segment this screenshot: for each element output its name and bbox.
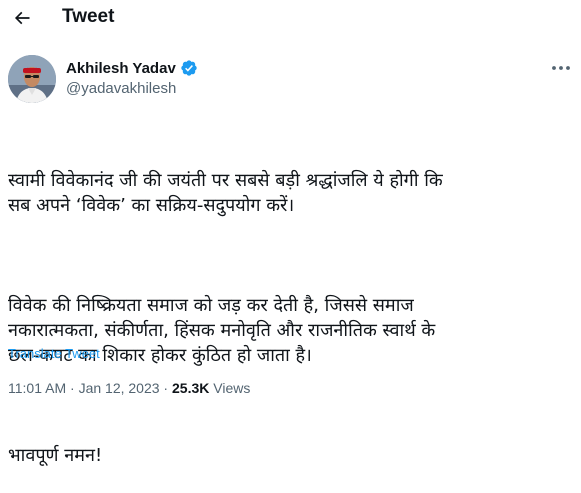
author-handle[interactable]: @yadavakhilesh [66, 80, 176, 97]
views-count[interactable]: 25.3K [172, 380, 209, 396]
tweet-header: Tweet [0, 0, 581, 36]
more-options-button[interactable] [548, 58, 574, 78]
tweet-paragraph: भावपूर्ण नमन! [8, 445, 103, 466]
more-dots-icon [552, 66, 570, 70]
translate-tweet-link[interactable]: Translate Tweet [8, 346, 100, 361]
views-label: Views [209, 380, 251, 396]
tweet-time[interactable]: 11:01 AM [8, 380, 66, 396]
tweet-paragraph: स्वामी विवेकानंद जी की जयंती पर सबसे बड़… [8, 170, 443, 216]
tweet-meta: 11:01 AM · Jan 12, 2023 · 25.3K Views [8, 380, 250, 396]
author-name-text[interactable]: Akhilesh Yadav [66, 60, 176, 77]
profile-photo [8, 55, 56, 103]
avatar[interactable] [8, 55, 56, 103]
tweet-date[interactable]: Jan 12, 2023 [79, 380, 160, 396]
page-title: Tweet [62, 6, 115, 27]
verified-badge-icon [180, 59, 198, 77]
arrow-left-icon [14, 11, 30, 25]
meta-separator: · [66, 380, 79, 396]
back-button[interactable] [8, 4, 36, 32]
tweet-text: स्वामी विवेकानंद जी की जयंती पर सबसे बड़… [8, 118, 573, 493]
author-name[interactable]: Akhilesh Yadav [66, 59, 198, 77]
meta-separator: · [159, 380, 172, 396]
